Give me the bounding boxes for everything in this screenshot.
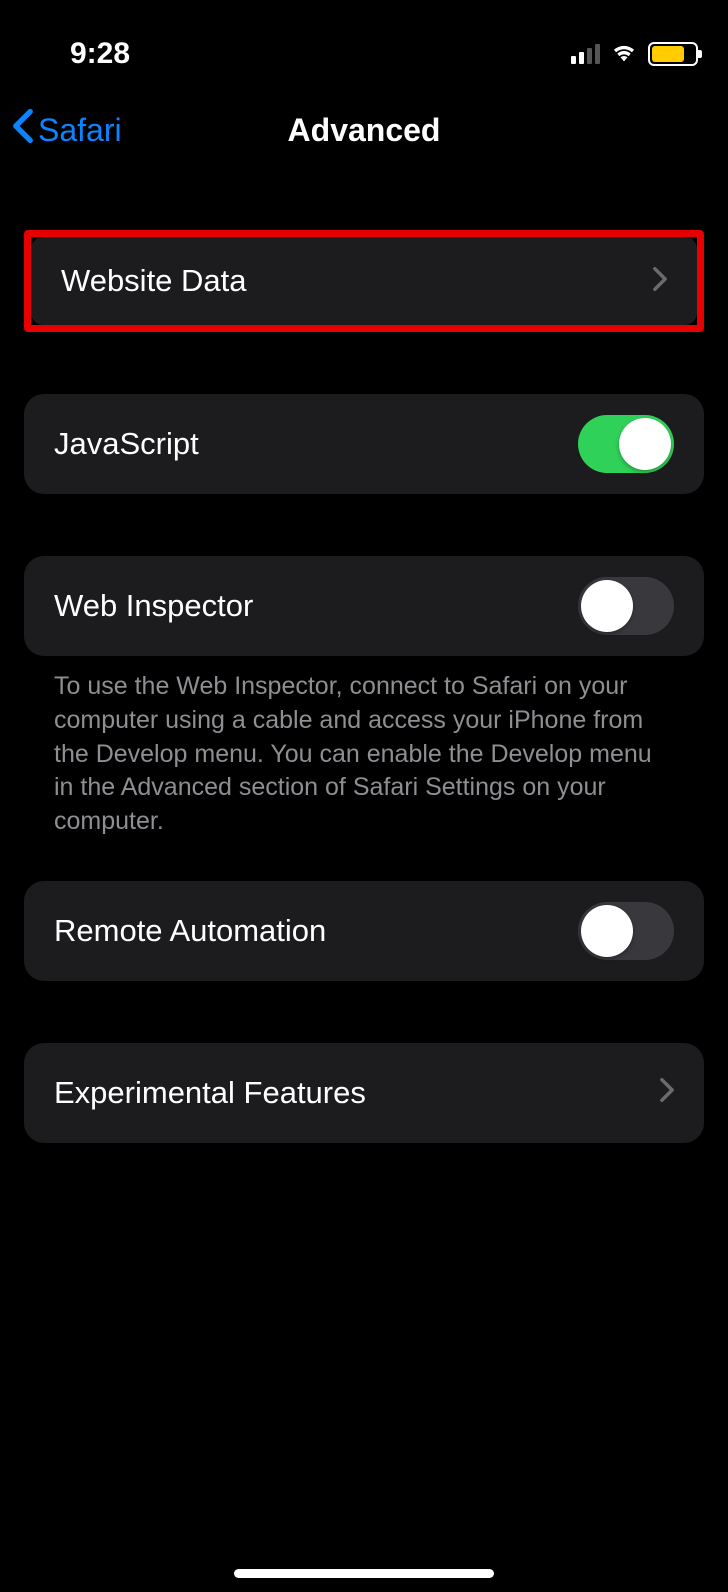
row-label: Remote Automation [54, 913, 326, 949]
back-label: Safari [38, 112, 122, 149]
chevron-right-icon [653, 267, 667, 296]
row-label: JavaScript [54, 426, 199, 462]
status-bar: 9:28 [0, 0, 728, 80]
status-time: 9:28 [70, 37, 130, 71]
cellular-icon [571, 44, 600, 64]
remote-automation-toggle[interactable] [578, 902, 674, 960]
nav-bar: Safari Advanced [0, 90, 728, 170]
web-inspector-footer: To use the Web Inspector, connect to Saf… [24, 656, 704, 839]
row-label: Website Data [61, 263, 247, 299]
battery-icon [648, 42, 698, 66]
website-data-row[interactable]: Website Data [31, 237, 697, 325]
wifi-icon [610, 41, 638, 68]
javascript-row[interactable]: JavaScript [24, 394, 704, 494]
status-icons [571, 41, 698, 68]
highlight-box: Website Data [24, 230, 704, 332]
web-inspector-toggle[interactable] [578, 577, 674, 635]
experimental-features-row[interactable]: Experimental Features [24, 1043, 704, 1143]
javascript-toggle[interactable] [578, 415, 674, 473]
chevron-right-icon [660, 1078, 674, 1107]
chevron-left-icon [12, 108, 34, 152]
web-inspector-row[interactable]: Web Inspector [24, 556, 704, 656]
row-label: Experimental Features [54, 1075, 366, 1111]
home-indicator[interactable] [234, 1569, 494, 1578]
content: Website Data JavaScript Web Inspector To… [0, 230, 728, 1143]
row-label: Web Inspector [54, 588, 253, 624]
page-title: Advanced [288, 112, 441, 149]
remote-automation-row[interactable]: Remote Automation [24, 881, 704, 981]
back-button[interactable]: Safari [12, 108, 122, 152]
